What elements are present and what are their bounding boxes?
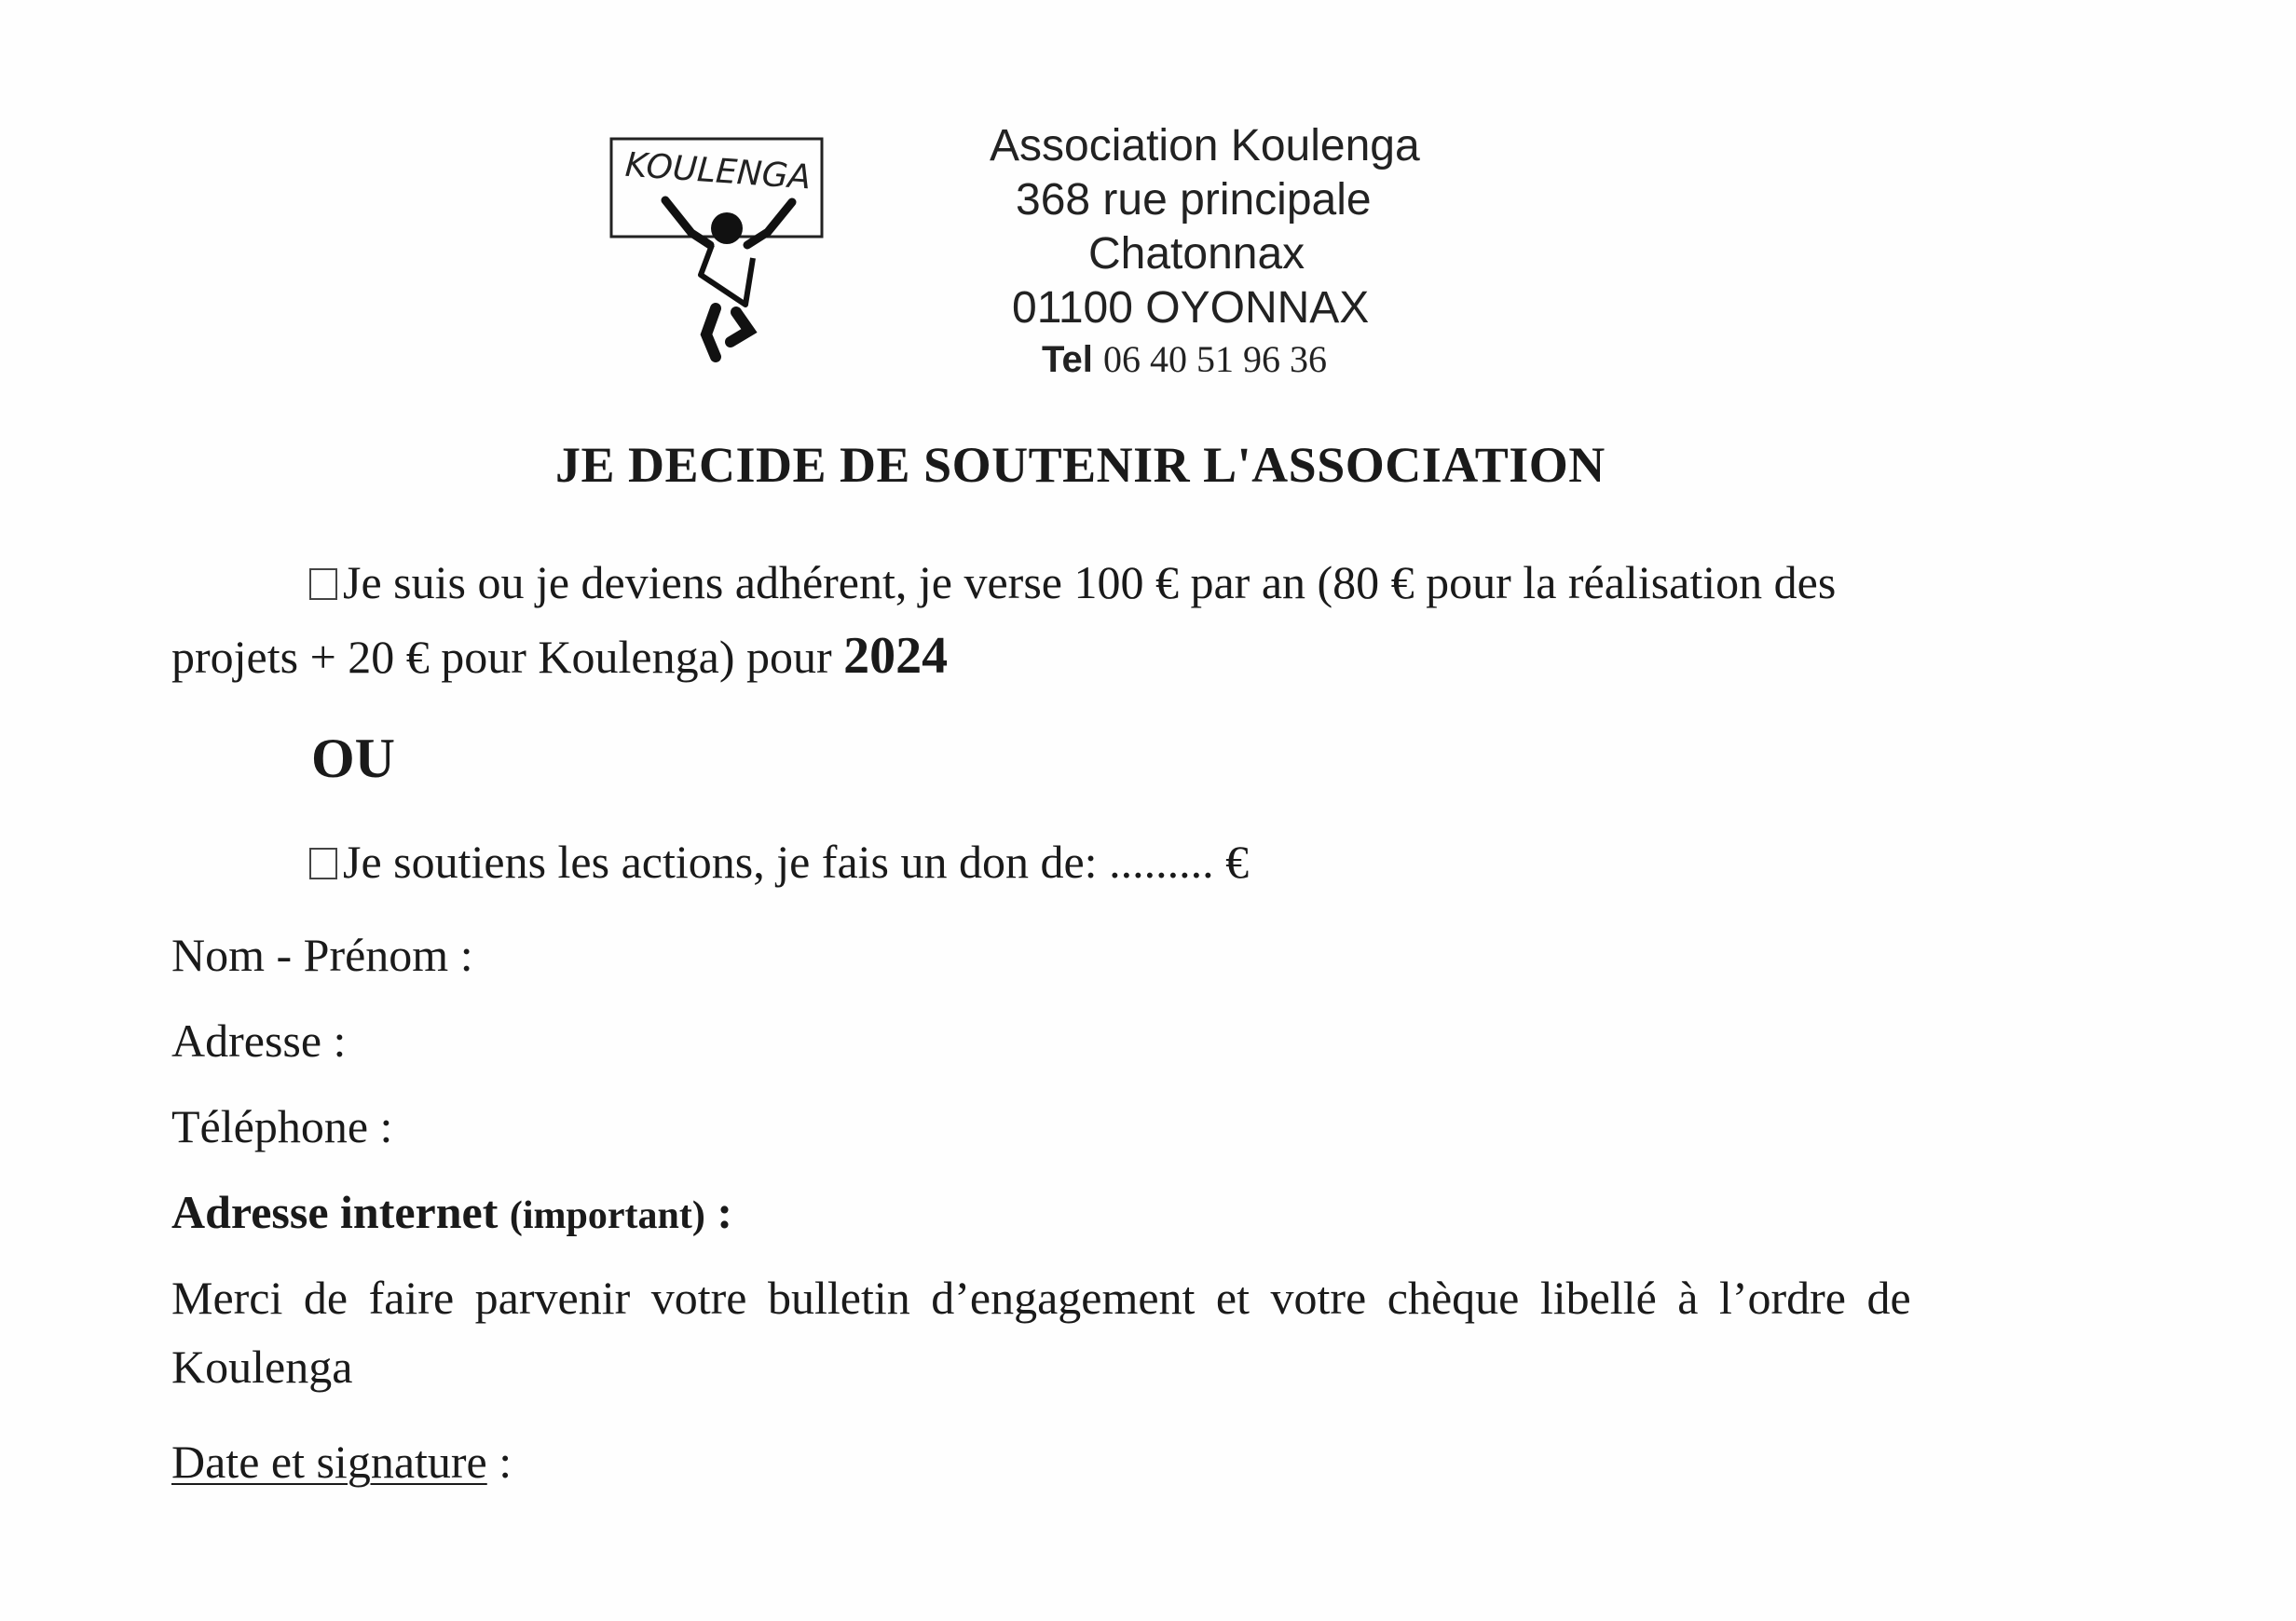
signature-colon: : xyxy=(486,1436,512,1488)
tel-number: 06 40 51 96 36 xyxy=(1102,338,1327,380)
association-name: Association Koulenga xyxy=(990,121,1420,170)
name-field-label: Nom - Prénom : xyxy=(171,929,473,981)
email-note: (important) xyxy=(509,1194,705,1237)
donation-text: Je soutiens les actions, je fais un don … xyxy=(343,836,1250,888)
membership-year: 2024 xyxy=(843,627,949,685)
address-field-label: Adresse : xyxy=(171,1015,347,1067)
membership-checkbox[interactable] xyxy=(309,568,337,600)
tel-label: Tel xyxy=(1042,339,1093,380)
email-field-label: Adresse internet (important) : xyxy=(171,1185,732,1239)
notice-line1: Merci de faire parvenir votre bulletin d… xyxy=(171,1272,1911,1324)
form-title: JE DECIDE DE SOUTENIR L'ASSOCIATION xyxy=(555,437,1606,493)
association-header: Association Koulenga 368 rue principale … xyxy=(932,119,1510,384)
signature-field: Date et signature : xyxy=(171,1435,512,1489)
option-membership-line2: projets + 20 € pour Koulenga) pour 2024 xyxy=(171,626,948,686)
association-street: 368 rue principale xyxy=(1016,175,1372,225)
membership-text-line1: Je suis ou je deviens adhérent, je verse… xyxy=(343,556,1837,608)
donation-checkbox[interactable] xyxy=(309,848,337,879)
or-separator: OU xyxy=(311,728,395,789)
email-label: Adresse internet xyxy=(171,1186,499,1238)
association-phone: Tel 06 40 51 96 36 xyxy=(1042,335,1510,384)
option-membership-line1: Je suis ou je deviens adhérent, je verse… xyxy=(309,555,1836,609)
membership-text-line2: projets + 20 € pour Koulenga) pour xyxy=(171,631,832,683)
notice-line2: Koulenga xyxy=(171,1341,353,1393)
koulenga-logo: KOULENGA xyxy=(608,135,827,368)
association-city: Chatonnax xyxy=(1088,229,1305,279)
svg-text:KOULENGA: KOULENGA xyxy=(624,146,813,198)
email-colon: : xyxy=(704,1186,733,1238)
option-donation: Je soutiens les actions, je fais un don … xyxy=(309,835,1249,889)
phone-field-label: Téléphone : xyxy=(171,1100,393,1152)
membership-form: KOULENGA Association Koulenga 368 rue pr… xyxy=(0,0,2296,1621)
association-postal: 01100 OYONNAX xyxy=(1012,283,1370,333)
signature-label: Date et signature xyxy=(171,1436,487,1488)
